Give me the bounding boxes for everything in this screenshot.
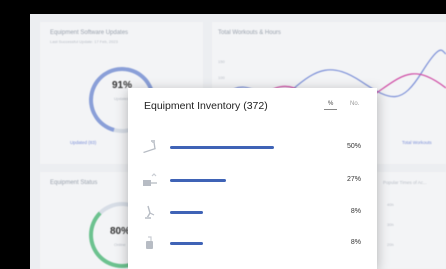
rowing-machine-icon — [143, 173, 157, 186]
inventory-row-treadmill: 50% — [128, 138, 377, 158]
inventory-bar — [170, 211, 203, 214]
inventory-percent: 8% — [350, 208, 361, 215]
inventory-percent: 8% — [350, 239, 361, 246]
inventory-row-elliptical: 8% — [128, 203, 377, 223]
software-updates-legend: Updated (83) — [70, 140, 97, 145]
popular-tick-1: 40h — [387, 202, 394, 207]
equipment-status-center-label: Online — [114, 242, 126, 247]
popular-times-panel: Popular Times of Ac... 40h 30h 20h — [377, 172, 446, 269]
software-updates-subtitle: Last Successful Update: 17 Feb, 2023 — [50, 39, 118, 44]
inventory-bar — [170, 242, 203, 245]
equipment-inventory-title: Equipment Inventory (372) — [144, 100, 268, 112]
software-updates-title: Equipment Software Updates — [50, 30, 129, 36]
inventory-bar — [170, 179, 227, 182]
bike-icon — [146, 236, 153, 249]
toggle-number[interactable]: No. — [350, 101, 359, 107]
treadmill-icon — [143, 140, 156, 153]
elliptical-icon — [145, 205, 155, 219]
equipment-inventory-card: Equipment Inventory (372) % No. 50% 27% … — [128, 88, 377, 269]
software-updates-center-label: Updated — [114, 96, 130, 101]
popular-tick-3: 20h — [387, 242, 394, 247]
equipment-status-percent: 80% — [110, 226, 131, 237]
inventory-row-rowing-machine: 27% — [128, 171, 377, 191]
inventory-percent: 27% — [346, 176, 361, 183]
equipment-status-title: Equipment Status — [50, 180, 98, 186]
inventory-percent: 50% — [346, 143, 361, 150]
inventory-row-bike: 8% — [128, 234, 377, 254]
total-workouts-title: Total Workouts & Hours — [218, 30, 281, 36]
toggle-percent[interactable]: % — [324, 101, 338, 110]
inventory-bar — [170, 146, 275, 149]
popular-tick-2: 30h — [387, 222, 394, 227]
workouts-legend: Total Workouts — [402, 140, 432, 145]
popular-times-title: Popular Times of Ac... — [383, 180, 427, 185]
